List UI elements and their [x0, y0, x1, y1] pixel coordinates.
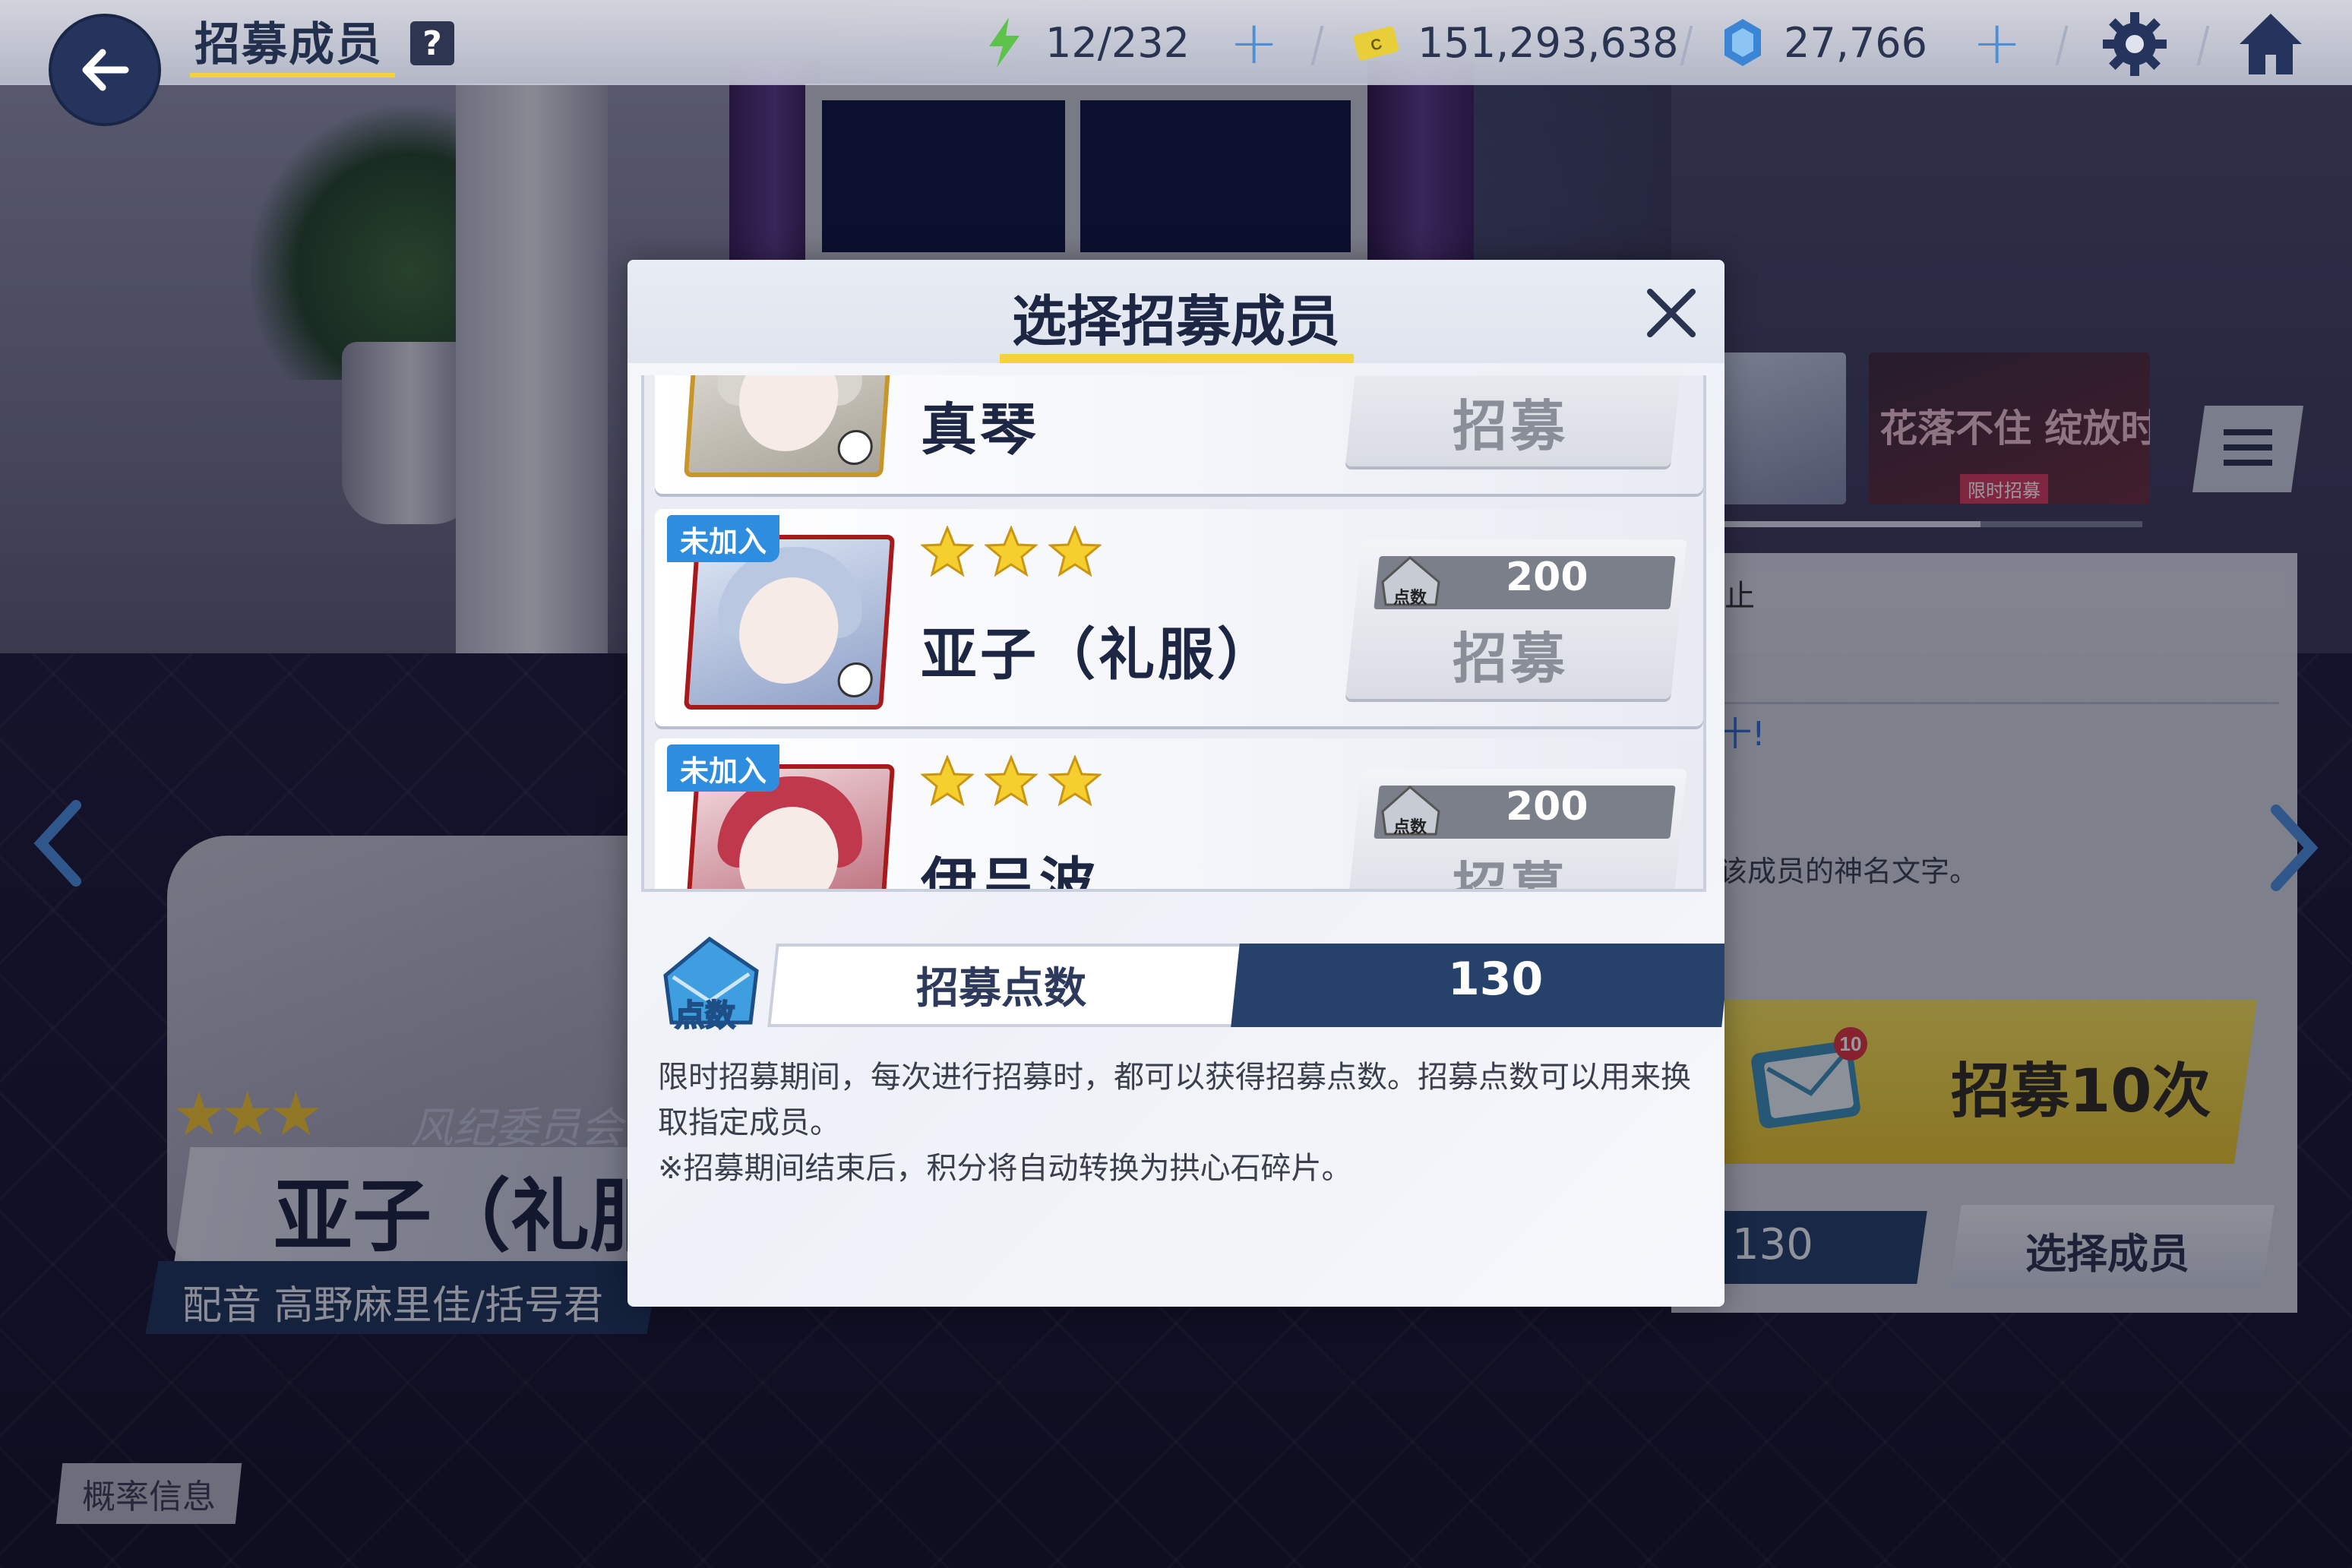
member-card[interactable]: 未加入 亚子（礼服） 点数 200 招募	[655, 509, 1703, 726]
member-card[interactable]: 真琴 招募	[655, 375, 1703, 494]
points-value: 130	[1448, 953, 1544, 1006]
member-card[interactable]: 未加入 伊吕波 点数 200 招募	[655, 738, 1703, 892]
star-icon	[1048, 755, 1102, 807]
cost-icon-label: 点数	[1393, 817, 1427, 836]
star-icon	[921, 526, 974, 577]
energy-display: 12/232	[980, 14, 1190, 71]
energy-value: 12/232	[1045, 18, 1190, 67]
gear-icon[interactable]	[2101, 11, 2168, 77]
points-envelope-icon: 点数	[1381, 556, 1440, 607]
page-title: 招募成员	[194, 18, 383, 71]
gems-display: 27,766	[1718, 14, 1927, 71]
coin-icon: C	[1352, 18, 1401, 67]
help-icon[interactable]: ?	[410, 21, 454, 65]
recruit-button-label: 招募	[1453, 627, 1569, 691]
coins-value: 151,293,638	[1418, 18, 1679, 67]
points-label: 招募点数	[916, 964, 1086, 1013]
title-underline	[190, 73, 395, 77]
description-line: 限时招募期间，每次进行招募时，都可以获得招募点数。招募点数可以用来换取指定成员。	[658, 1060, 1691, 1140]
member-name: 伊吕波	[921, 852, 1099, 892]
rarity-stars	[921, 526, 1102, 579]
modal-title: 选择招募成员	[1011, 289, 1340, 353]
close-icon[interactable]	[1641, 283, 1702, 343]
back-arrow-icon	[82, 49, 129, 91]
select-member-modal: 选择招募成员 真琴 招募 未加入 亚子（礼服） 点数 200 招募 未加入 伊吕…	[628, 260, 1724, 1307]
recruit-button-label: 招募	[1453, 394, 1569, 458]
back-button[interactable]	[49, 14, 161, 126]
cost-value: 200	[1506, 555, 1589, 600]
member-name: 亚子（礼服）	[921, 622, 1276, 688]
gem-icon	[1718, 18, 1767, 67]
member-name: 真琴	[921, 397, 1039, 463]
class-icon	[836, 430, 874, 465]
not-joined-tag: 未加入	[667, 744, 779, 792]
star-icon	[985, 526, 1038, 577]
description-line: ※招募期间结束后，积分将自动转换为拱心石碎片。	[658, 1151, 1352, 1186]
recruit-points-row: 点数 招募点数 130	[658, 928, 1724, 1042]
member-list[interactable]: 真琴 招募 未加入 亚子（礼服） 点数 200 招募 未加入 伊吕波 点数 20…	[641, 375, 1706, 892]
cost-value: 200	[1506, 784, 1589, 830]
gems-plus-button[interactable]: +	[1972, 14, 2022, 73]
home-icon[interactable]	[2237, 11, 2305, 77]
gems-value: 27,766	[1784, 18, 1927, 67]
lightning-icon	[980, 17, 1029, 68]
star-icon	[1048, 526, 1102, 577]
points-envelope-icon: 点数	[663, 936, 759, 1033]
modal-title-underline	[1000, 354, 1354, 363]
class-icon	[836, 662, 874, 697]
points-icon-label: 点数	[675, 999, 735, 1032]
star-icon	[985, 755, 1038, 807]
recruit-button-label: 招募	[1453, 856, 1569, 892]
not-joined-tag: 未加入	[667, 515, 779, 562]
energy-plus-button[interactable]: +	[1229, 14, 1279, 73]
member-portrait	[683, 375, 896, 477]
points-description: 限时招募期间，每次进行招募时，都可以获得招募点数。招募点数可以用来换取指定成员。…	[658, 1054, 1706, 1191]
coins-display: C 151,293,638	[1352, 14, 1679, 71]
star-icon	[921, 755, 974, 807]
rarity-stars	[921, 755, 1102, 808]
cost-icon-label: 点数	[1393, 588, 1427, 607]
points-envelope-icon: 点数	[1381, 786, 1440, 836]
